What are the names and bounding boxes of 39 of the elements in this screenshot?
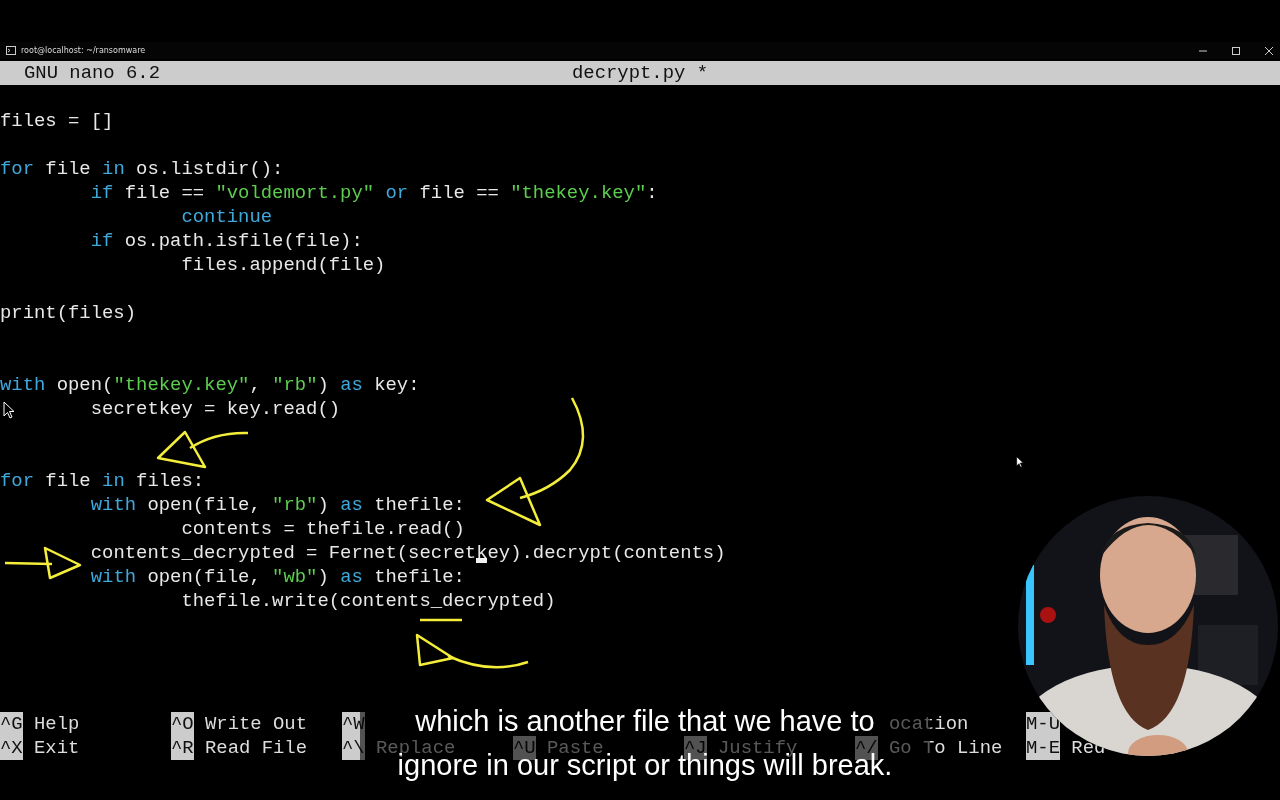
- code-line: contents = thefile.read(): [181, 517, 465, 541]
- shortcut-label: Paste: [547, 736, 604, 759]
- subtitle-line: which is another file that we have to: [415, 708, 875, 734]
- code-line: secretkey = key.read(): [90, 397, 341, 421]
- terminal-icon: [6, 46, 16, 55]
- code-line: if os.path.isfile(file):: [90, 229, 363, 253]
- shortcut-label: Help: [34, 712, 80, 736]
- code-line: contents_decrypted = Fernet(secret key).decrypt(contents): [90, 541, 726, 565]
- editor-version: GNU nano 6.2: [24, 62, 161, 84]
- shortcut-key: ^G: [0, 712, 23, 736]
- code-line: with open(file, "wb") as thefile:: [90, 565, 465, 589]
- shortcut-key: M-E: [1026, 736, 1060, 760]
- code-line: for file in os.listdir():: [0, 157, 284, 181]
- code-line: files = []: [0, 109, 114, 133]
- code-line: with open("thekey.key", "rb") as key:: [0, 373, 420, 397]
- file-name: decrypt.py *: [571, 62, 708, 84]
- shortcut-key: ^U: [513, 736, 536, 760]
- code-line: for file in files:: [0, 469, 205, 493]
- shortcut-label: ocation: [889, 712, 969, 736]
- window-title: root@localhost: ~/ransomware: [21, 46, 147, 55]
- mouse-pointer-icon: [3, 401, 15, 419]
- shortcut-label: Read File: [205, 736, 308, 760]
- code-line: print(files): [0, 301, 137, 325]
- shortcut-label: Write Out: [205, 712, 308, 736]
- code-line: thefile.write(contents_decrypted): [181, 589, 556, 613]
- annotation-underline: [420, 618, 462, 622]
- mouse-pointer-icon: [1016, 456, 1024, 468]
- close-icon[interactable]: [1264, 45, 1274, 56]
- code-line: if file == "voldemort.py" or file == "thekey.key":: [90, 181, 658, 205]
- shortcut-label: Go To Line: [889, 736, 1003, 759]
- shortcut-key: ^X: [0, 736, 23, 760]
- shortcut-key: M-U: [1026, 712, 1060, 736]
- code-line: with open(file, "rb") as thefile:: [90, 493, 465, 517]
- shortcut-label: Exit: [34, 736, 80, 760]
- shortcut-key: ^R: [171, 736, 194, 760]
- shortcut-key: ^O: [171, 712, 194, 736]
- code-line: files.append(file): [181, 253, 386, 277]
- code-line: continue: [181, 205, 273, 229]
- maximize-icon[interactable]: [1231, 45, 1241, 56]
